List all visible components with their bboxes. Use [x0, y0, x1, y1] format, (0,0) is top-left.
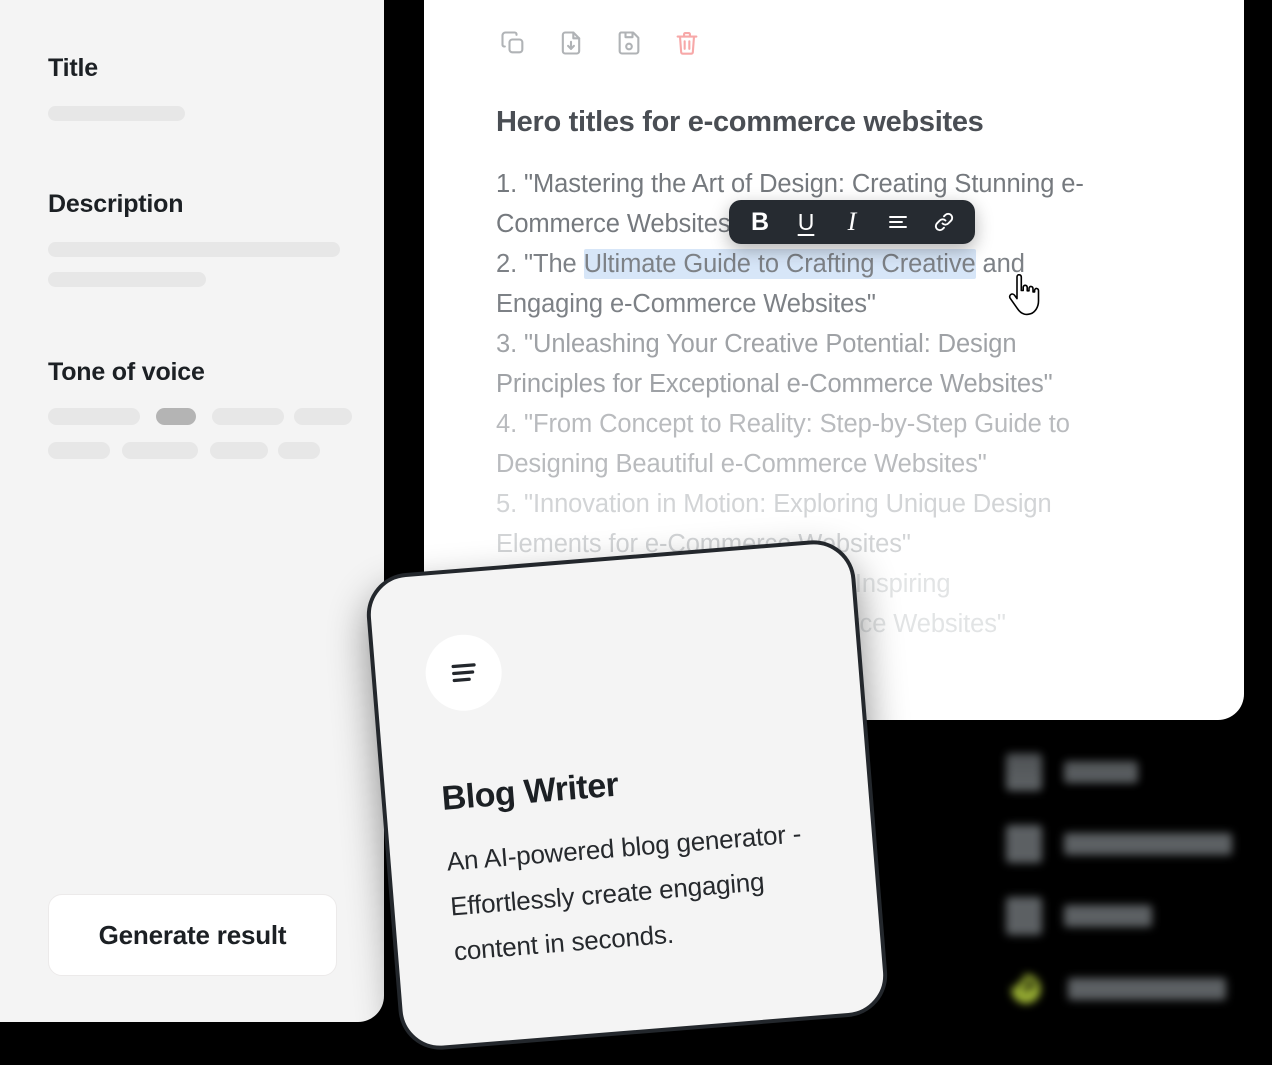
doc-line-selected: 2. "The Ultimate Guide to Crafting Creat…: [496, 244, 1222, 284]
italic-button[interactable]: I: [829, 200, 875, 244]
form-panel: Title Description Tone of voice Generate…: [0, 0, 384, 1022]
tone-chip-selected[interactable]: [156, 408, 196, 425]
spiral-logo-icon: [1006, 969, 1046, 1009]
blog-card-title: Blog Writer: [440, 765, 620, 818]
title-label: Title: [48, 54, 98, 82]
doc-line: 1. "Mastering the Art of Design: Creatin…: [496, 170, 1084, 198]
blurred-menu-item[interactable]: [1006, 753, 1138, 791]
tone-chip[interactable]: [212, 408, 284, 425]
delete-icon[interactable]: [670, 26, 704, 60]
tone-chip[interactable]: [294, 408, 352, 425]
download-icon[interactable]: [554, 26, 588, 60]
blurred-menu-item[interactable]: [1006, 825, 1232, 863]
description-input-placeholder[interactable]: [48, 242, 340, 257]
document-title: Hero titles for e-commerce websites: [496, 106, 984, 138]
doc-line: Principles for Exceptional e-Commerce We…: [496, 370, 1053, 398]
tone-chip[interactable]: [122, 442, 198, 459]
description-label: Description: [48, 190, 184, 218]
tone-chip[interactable]: [278, 442, 320, 459]
bold-button[interactable]: B: [737, 200, 783, 244]
link-icon[interactable]: [921, 200, 967, 244]
underline-button[interactable]: U: [783, 200, 829, 244]
blurred-menu-item[interactable]: [1006, 897, 1152, 935]
doc-line: 4. "From Concept to Reality: Step-by-Ste…: [496, 410, 1070, 438]
formatting-toolbar: B U I: [729, 200, 975, 244]
blurred-menu-item[interactable]: [1006, 969, 1226, 1009]
blurred-label: [1064, 761, 1138, 783]
align-left-icon[interactable]: [875, 200, 921, 244]
blurred-label: [1068, 978, 1226, 1000]
tone-of-voice-label: Tone of voice: [48, 358, 205, 386]
copy-icon[interactable]: [496, 26, 530, 60]
text-lines-icon: [422, 631, 505, 714]
tone-chip[interactable]: [48, 442, 110, 459]
app-root: Hero titles for e-commerce websites 1. "…: [0, 0, 1272, 1065]
line2-suffix: and: [975, 250, 1025, 278]
doc-line: 3. "Unleashing Your Creative Potential: …: [496, 330, 1017, 358]
document-icon: [1006, 753, 1042, 791]
blurred-label: [1064, 905, 1152, 927]
doc-line: 5. "Innovation in Motion: Exploring Uniq…: [496, 490, 1052, 518]
doc-line: Designing Beautiful e-Commerce Websites": [496, 450, 987, 478]
text-selection: Ultimate Guide to Crafting Creative: [583, 249, 976, 279]
blog-card-description: An AI-powered blog generator - Effortles…: [445, 818, 803, 967]
tone-chip[interactable]: [48, 408, 140, 425]
document-icon: [1006, 825, 1042, 863]
generate-result-button[interactable]: Generate result: [48, 894, 337, 976]
editor-toolbar: [496, 26, 704, 60]
blurred-label: [1064, 833, 1232, 855]
document-icon: [1006, 897, 1042, 935]
tone-chip[interactable]: [210, 442, 268, 459]
description-input-placeholder[interactable]: [48, 272, 206, 287]
doc-line: Engaging e-Commerce Websites": [496, 290, 876, 318]
save-icon[interactable]: [612, 26, 646, 60]
blog-writer-card[interactable]: Blog Writer An AI-powered blog generator…: [363, 537, 891, 1053]
line2-prefix: 2. "The: [496, 250, 584, 278]
title-input-placeholder[interactable]: [48, 106, 185, 121]
